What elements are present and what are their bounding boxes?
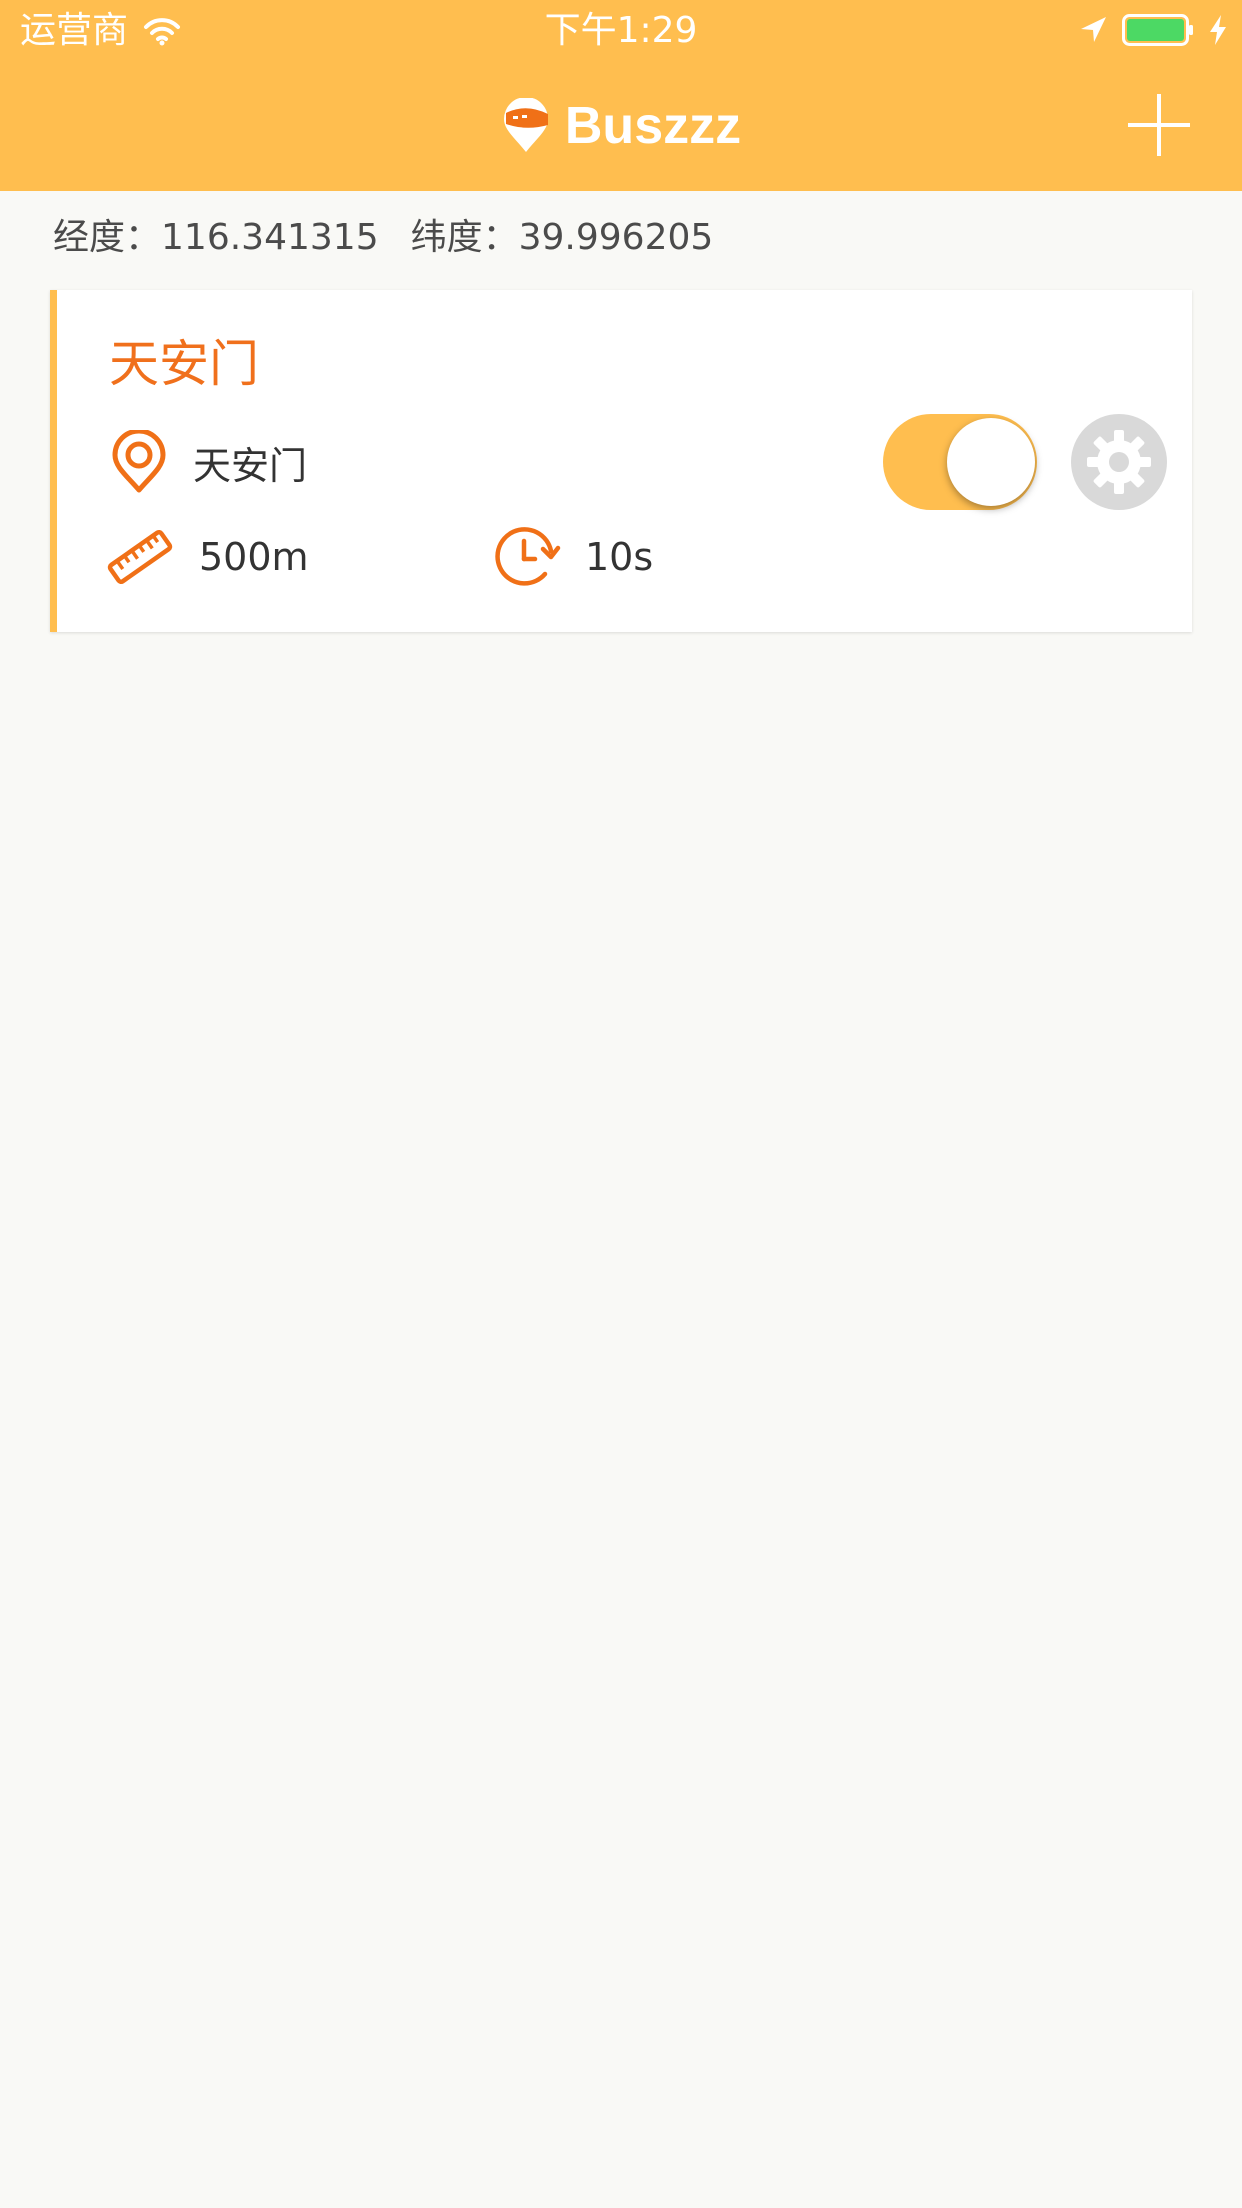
status-time: 下午1:29 bbox=[544, 10, 698, 51]
reminder-place-row: 天安门 bbox=[109, 430, 307, 494]
app-title: Buszzz bbox=[564, 96, 742, 155]
reminder-place-label: 天安门 bbox=[193, 443, 308, 488]
navigation-bar: Buszzz bbox=[0, 60, 1242, 191]
ruler-icon bbox=[107, 529, 173, 585]
app-header: 运营商 下午1:29 Buszzz bbox=[0, 0, 1242, 191]
add-reminder-button[interactable] bbox=[1124, 90, 1194, 160]
reminder-interval-row: 10s bbox=[491, 522, 653, 592]
latitude-label: 纬度： bbox=[410, 217, 519, 258]
reminder-interval-label: 10s bbox=[585, 535, 654, 579]
bus-pin-logo-icon bbox=[503, 97, 548, 152]
gear-icon[interactable] bbox=[1071, 414, 1167, 510]
reminder-title: 天安门 bbox=[109, 335, 259, 393]
status-bar: 运营商 下午1:29 bbox=[0, 0, 1242, 60]
current-coordinates: 经度：116.341315 纬度：39.996205 bbox=[53, 210, 713, 266]
nav-title-group: Buszzz bbox=[0, 60, 1242, 191]
charging-icon bbox=[1210, 15, 1226, 45]
status-indicators bbox=[1078, 12, 1228, 48]
reminder-enable-toggle[interactable] bbox=[883, 414, 1037, 510]
reminder-card[interactable]: 天安门 天安门 500m 10s bbox=[50, 290, 1192, 632]
reminder-distance-row: 500m bbox=[105, 522, 309, 592]
toggle-knob bbox=[947, 418, 1035, 506]
reminder-distance-label: 500m bbox=[199, 535, 309, 579]
battery-icon bbox=[1122, 14, 1193, 46]
clock-refresh-icon bbox=[495, 527, 561, 586]
longitude-label: 经度： bbox=[53, 217, 162, 258]
longitude-value: 116.341315 bbox=[161, 217, 379, 258]
latitude-value: 39.996205 bbox=[518, 217, 714, 258]
location-arrow-icon bbox=[1081, 17, 1106, 42]
location-pin-icon bbox=[112, 430, 166, 493]
